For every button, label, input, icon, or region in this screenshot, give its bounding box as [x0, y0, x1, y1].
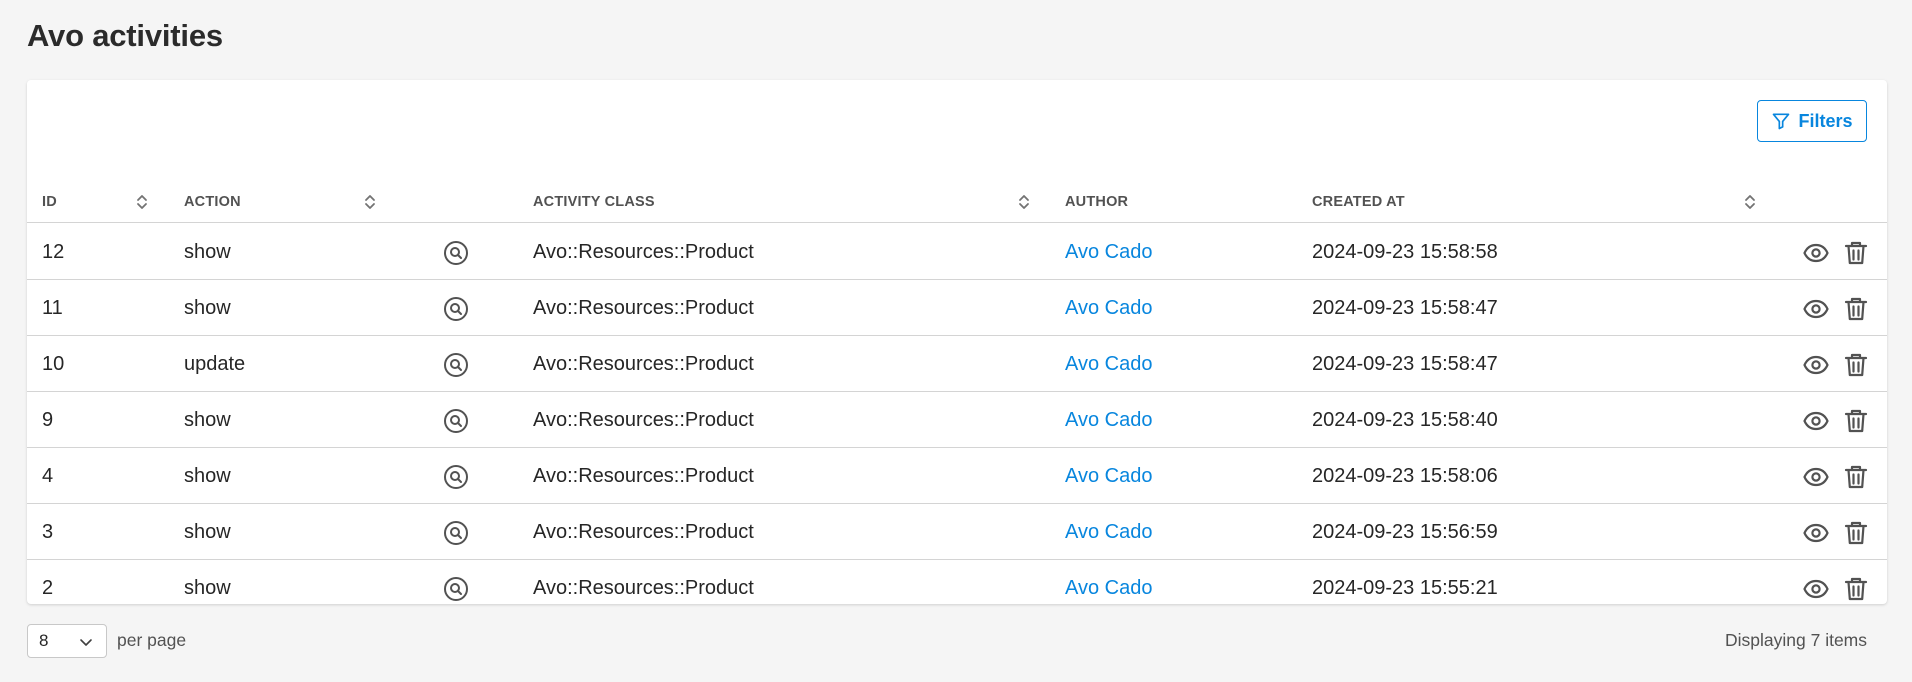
eye-icon[interactable] [1802, 295, 1830, 323]
eye-icon[interactable] [1802, 239, 1830, 267]
table-row[interactable]: 10 update Avo::Resources::Product Avo Ca… [27, 336, 1887, 392]
cell-created-at: 2024-09-23 15:58:47 [1312, 296, 1498, 319]
cell-id: 2 [42, 576, 54, 599]
per-page-value: 8 [39, 631, 49, 650]
trash-icon[interactable] [1842, 407, 1870, 435]
column-header-activity-class[interactable]: ACTIVITY CLASS [533, 180, 655, 223]
eye-icon[interactable] [1802, 407, 1830, 435]
cell-id: 4 [42, 464, 54, 487]
table-row[interactable]: 3 show Avo::Resources::Product Avo Cado … [27, 504, 1887, 560]
eye-icon[interactable] [1802, 575, 1830, 603]
cell-created-at: 2024-09-23 15:56:59 [1312, 520, 1498, 543]
cell-created-at: 2024-09-23 15:58:06 [1312, 464, 1498, 487]
sort-activity-class-icon[interactable] [1016, 193, 1032, 211]
table-row[interactable]: 9 show Avo::Resources::Product Avo Cado … [27, 392, 1887, 448]
cell-action: show [184, 464, 231, 487]
sort-action-icon[interactable] [362, 193, 378, 211]
cell-activity-class: Avo::Resources::Product [533, 464, 754, 487]
cell-id: 3 [42, 520, 54, 543]
cell-id: 11 [42, 296, 63, 319]
column-header-author: AUTHOR [1065, 193, 1129, 210]
search-circle-icon[interactable] [442, 351, 470, 379]
cell-author-link[interactable]: Avo Cado [1065, 224, 1152, 280]
chevron-down-icon [80, 639, 92, 646]
cell-action: show [184, 240, 231, 263]
search-circle-icon[interactable] [442, 463, 470, 491]
cell-action: show [184, 296, 231, 319]
table-row[interactable]: 2 show Avo::Resources::Product Avo Cado … [27, 560, 1887, 616]
cell-action: show [184, 408, 231, 431]
table-row[interactable]: 12 show Avo::Resources::Product Avo Cado… [27, 224, 1887, 280]
cell-id: 12 [42, 240, 65, 263]
activities-table-panel: Filters ID ACTION ACTIVITY CLASS AUTHOR … [27, 80, 1887, 604]
cell-action: show [184, 576, 231, 599]
per-page-label: per page [117, 630, 187, 650]
cell-created-at: 2024-09-23 15:58:58 [1312, 240, 1498, 263]
cell-activity-class: Avo::Resources::Product [533, 576, 754, 599]
cell-activity-class: Avo::Resources::Product [533, 408, 754, 431]
eye-icon[interactable] [1802, 519, 1830, 547]
page-title: Avo activities [27, 18, 223, 53]
cell-author-link[interactable]: Avo Cado [1065, 280, 1152, 336]
cell-activity-class: Avo::Resources::Product [533, 352, 754, 375]
table-row[interactable]: 4 show Avo::Resources::Product Avo Cado … [27, 448, 1887, 504]
cell-author-link[interactable]: Avo Cado [1065, 392, 1152, 448]
search-circle-icon[interactable] [442, 407, 470, 435]
eye-icon[interactable] [1802, 463, 1830, 491]
cell-action: show [184, 520, 231, 543]
cell-created-at: 2024-09-23 15:58:47 [1312, 352, 1498, 375]
column-header-action[interactable]: ACTION [184, 180, 241, 223]
cell-activity-class: Avo::Resources::Product [533, 296, 754, 319]
table-row[interactable]: 11 show Avo::Resources::Product Avo Cado… [27, 280, 1887, 336]
cell-activity-class: Avo::Resources::Product [533, 520, 754, 543]
column-header-id[interactable]: ID [42, 180, 57, 223]
cell-author-link[interactable]: Avo Cado [1065, 504, 1152, 560]
cell-created-at: 2024-09-23 15:55:21 [1312, 576, 1498, 599]
per-page-select[interactable]: 8 [27, 624, 107, 658]
trash-icon[interactable] [1842, 575, 1870, 603]
trash-icon[interactable] [1842, 463, 1870, 491]
search-circle-icon[interactable] [442, 575, 470, 603]
cell-id: 9 [42, 408, 54, 431]
cell-author-link[interactable]: Avo Cado [1065, 448, 1152, 504]
cell-author-link[interactable]: Avo Cado [1065, 336, 1152, 392]
filters-button-label: Filters [1798, 110, 1853, 131]
cell-id: 10 [42, 352, 65, 375]
trash-icon[interactable] [1842, 519, 1870, 547]
search-circle-icon[interactable] [442, 519, 470, 547]
sort-id-icon[interactable] [134, 193, 150, 211]
trash-icon[interactable] [1842, 239, 1870, 267]
filter-icon [1773, 113, 1790, 130]
trash-icon[interactable] [1842, 295, 1870, 323]
eye-icon[interactable] [1802, 351, 1830, 379]
displaying-items-text: Displaying 7 items [1725, 630, 1867, 650]
cell-activity-class: Avo::Resources::Product [533, 240, 754, 263]
search-circle-icon[interactable] [442, 239, 470, 267]
trash-icon[interactable] [1842, 351, 1870, 379]
table-header: ID ACTION ACTIVITY CLASS AUTHOR CREATED … [27, 180, 1887, 223]
cell-action: update [184, 352, 246, 375]
search-circle-icon[interactable] [442, 295, 470, 323]
cell-created-at: 2024-09-23 15:58:40 [1312, 408, 1498, 431]
filters-button[interactable]: Filters [1757, 100, 1867, 142]
cell-author-link[interactable]: Avo Cado [1065, 560, 1152, 616]
column-header-created-at[interactable]: CREATED AT [1312, 180, 1405, 223]
sort-created-at-icon[interactable] [1742, 193, 1758, 211]
